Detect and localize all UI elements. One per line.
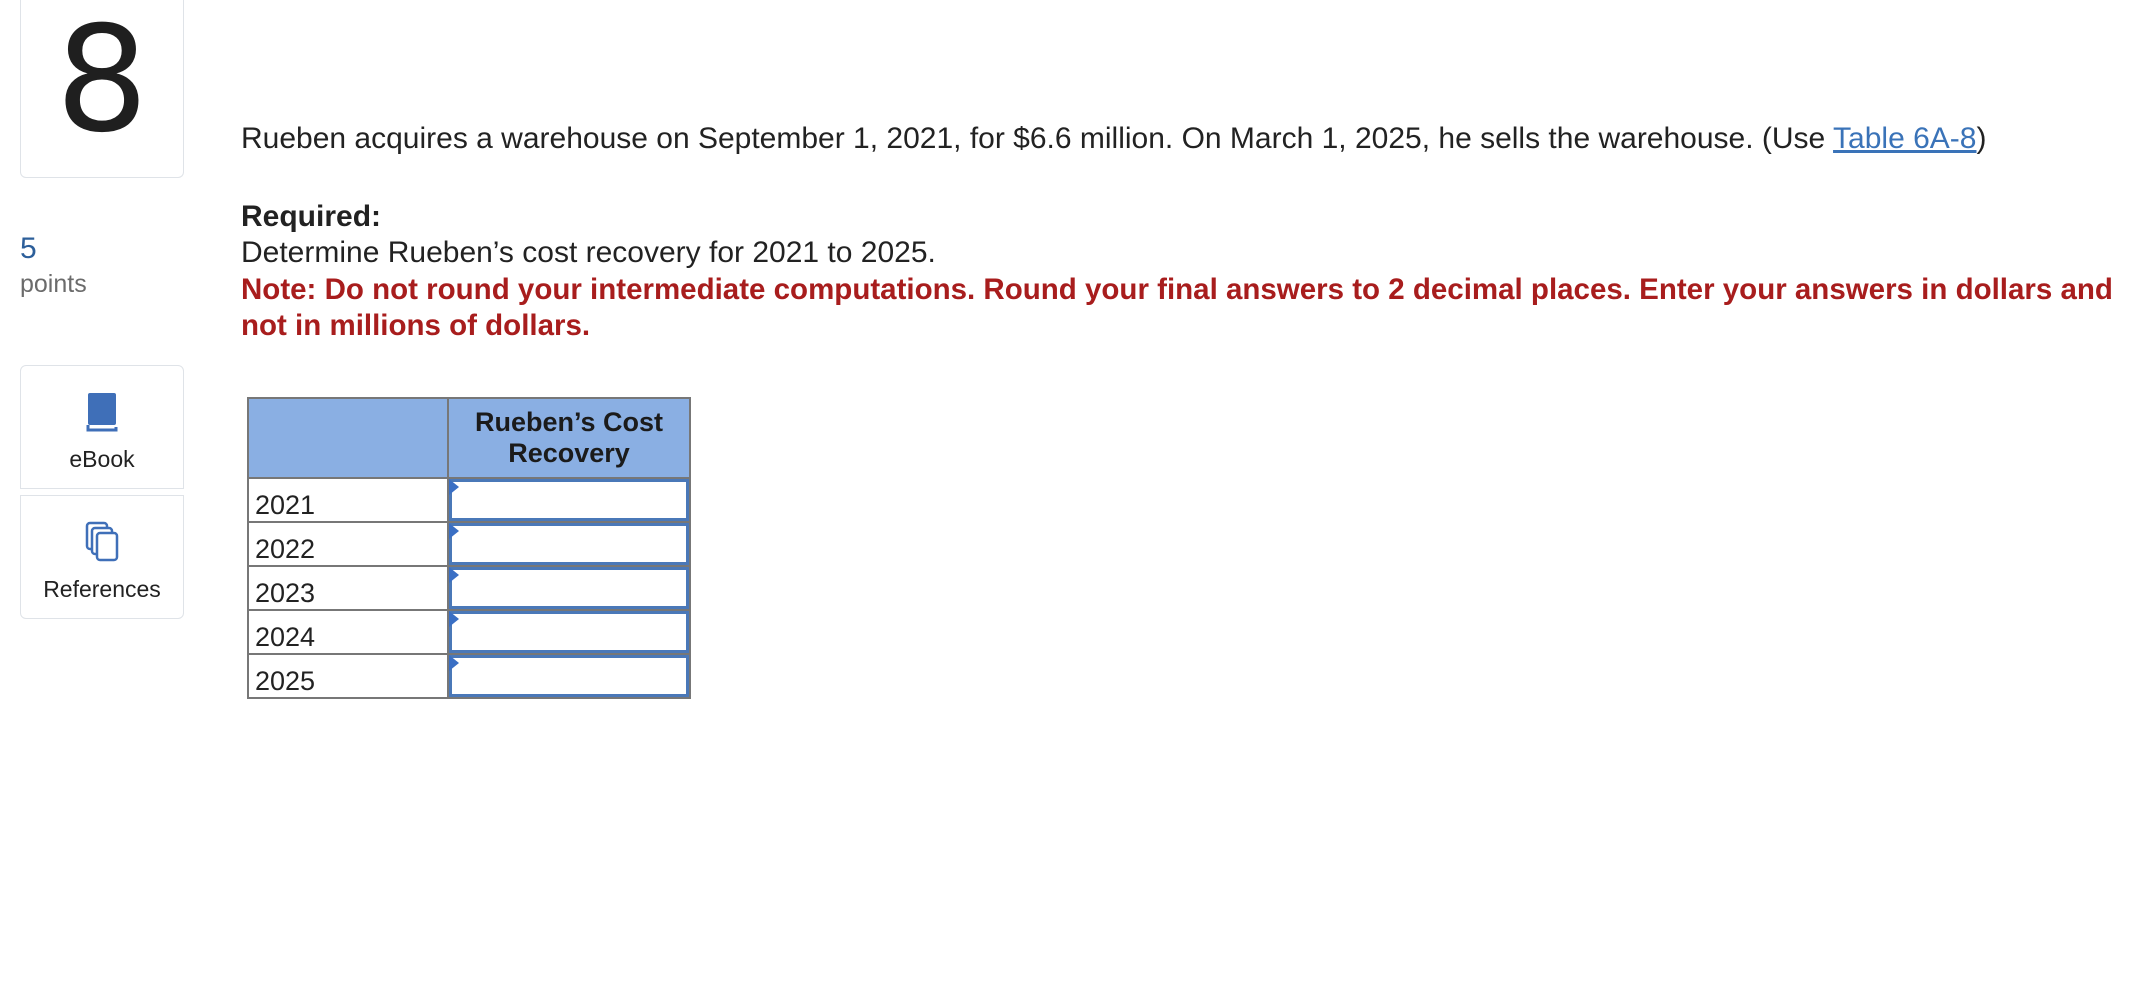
table-row: 2021 — [247, 477, 691, 523]
table-row: 2022 — [247, 521, 691, 567]
cell-marker-icon — [449, 655, 459, 671]
copy-icon — [85, 521, 119, 562]
cost-recovery-cell — [447, 477, 691, 523]
question-page: 8 5 points eBook References Rueben acqui… — [0, 0, 2144, 1004]
instruction-text: Determine Rueben’s cost recovery for 202… — [241, 236, 936, 269]
references-label: References — [43, 576, 161, 602]
answer-table: Rueben’s Cost Recovery 2021 2022 2023 20… — [247, 397, 691, 699]
table-header-row: Rueben’s Cost Recovery — [247, 397, 691, 479]
question-text-end: ) — [1976, 122, 1987, 155]
year-cell: 2025 — [247, 653, 449, 699]
question-text: Rueben acquires a warehouse on September… — [241, 122, 1986, 156]
ebook-button[interactable]: eBook — [20, 365, 184, 489]
question-text-start: Rueben acquires a warehouse on September… — [241, 122, 1834, 155]
year-cell: 2021 — [247, 477, 449, 523]
required-label: Required: — [241, 200, 382, 233]
table-row: 2025 — [247, 653, 691, 699]
cell-marker-icon — [449, 479, 459, 495]
cost-recovery-cell — [447, 653, 691, 699]
cost-recovery-cell — [447, 521, 691, 567]
cost-recovery-input-2022[interactable] — [449, 523, 689, 565]
question-number-card: 8 — [20, 0, 184, 178]
ebook-label: eBook — [69, 446, 135, 472]
points-value: 5 — [20, 232, 37, 265]
cell-marker-icon — [449, 611, 459, 627]
question-number: 8 — [55, 0, 149, 165]
cell-marker-icon — [449, 567, 459, 583]
note-text: Note: Do not round your intermediate com… — [241, 273, 2113, 342]
table-row: 2023 — [247, 565, 691, 611]
table-6a-8-link[interactable]: Table 6A-8 — [1833, 122, 1976, 155]
cost-recovery-input-2023[interactable] — [449, 567, 689, 609]
cost-recovery-column-header: Rueben’s Cost Recovery — [447, 397, 691, 479]
year-cell: 2024 — [247, 609, 449, 655]
year-cell: 2023 — [247, 565, 449, 611]
points-label: points — [20, 270, 87, 298]
cost-recovery-input-2025[interactable] — [449, 655, 689, 697]
book-icon — [86, 393, 118, 432]
year-column-header — [247, 397, 449, 479]
cost-recovery-cell — [447, 609, 691, 655]
year-cell: 2022 — [247, 521, 449, 567]
cell-marker-icon — [449, 523, 459, 539]
cost-recovery-cell — [447, 565, 691, 611]
cost-recovery-input-2024[interactable] — [449, 611, 689, 653]
cost-recovery-input-2021[interactable] — [449, 479, 689, 521]
references-button[interactable]: References — [20, 495, 184, 619]
table-row: 2024 — [247, 609, 691, 655]
